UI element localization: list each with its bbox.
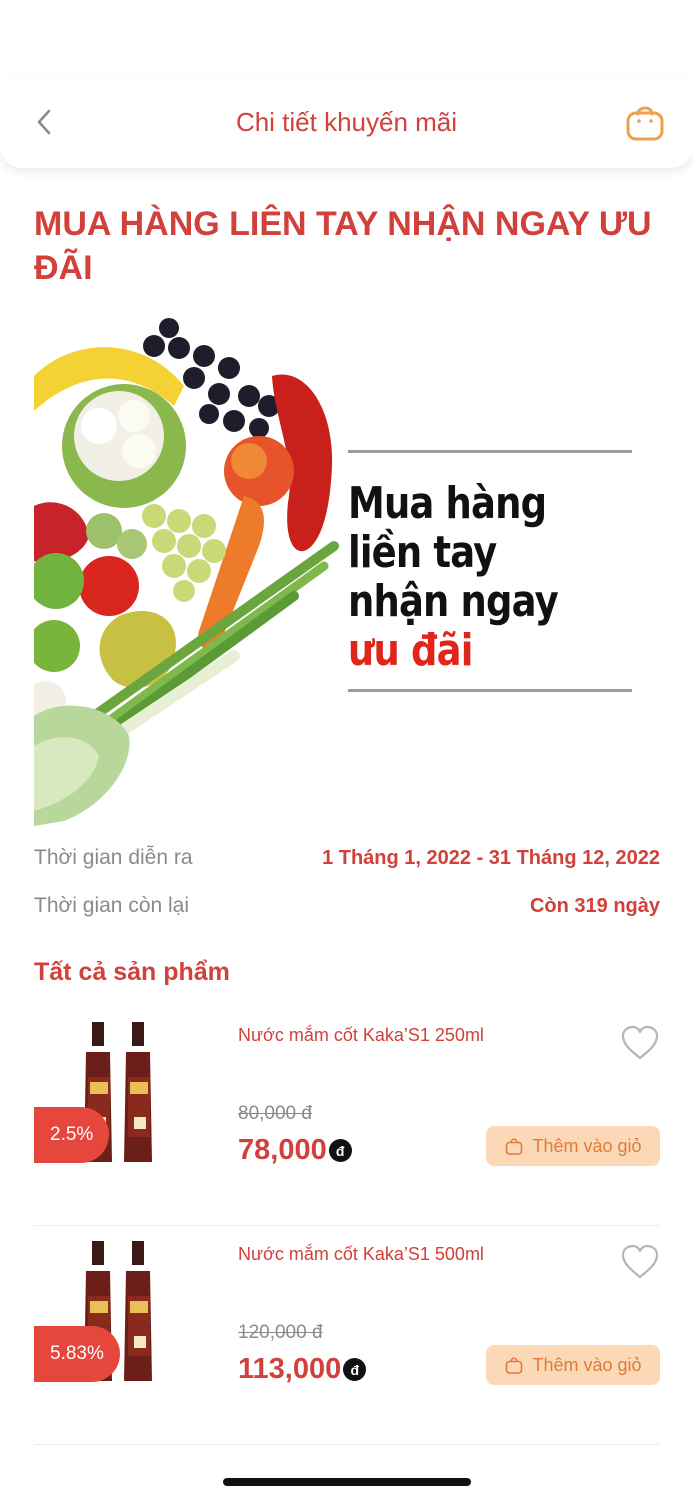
back-button[interactable] bbox=[28, 106, 60, 138]
old-price: 120,000 đ bbox=[238, 1322, 323, 1343]
promo-banner: Mua hàng liền tay nhận ngay ưu đãi bbox=[34, 316, 660, 830]
banner-text-block: Mua hàng liền tay nhận ngay ưu đãi bbox=[348, 450, 632, 692]
heart-icon bbox=[621, 1025, 659, 1060]
add-to-cart-label: Thêm vào giỏ bbox=[532, 1135, 642, 1156]
favorite-button[interactable] bbox=[620, 1024, 660, 1064]
banner-line-3: nhận ngay bbox=[348, 576, 559, 627]
remaining-label: Thời gian còn lại bbox=[34, 894, 190, 917]
remaining-value: Còn 319 ngày bbox=[529, 894, 660, 917]
heart-icon bbox=[621, 1244, 659, 1279]
shopping-bag-icon bbox=[506, 1357, 523, 1374]
shopping-bag-icon bbox=[626, 106, 664, 141]
discount-badge: 2.5% bbox=[34, 1107, 110, 1163]
new-price-value: 78,000 bbox=[238, 1134, 327, 1166]
shopping-bag-icon bbox=[506, 1138, 523, 1155]
favorite-button[interactable] bbox=[620, 1243, 660, 1283]
currency-icon: đ bbox=[343, 1358, 367, 1381]
promo-title: MUA HÀNG LIÊN TAY NHẬN NGAY ƯU ĐÃI bbox=[34, 205, 652, 287]
section-title: Tất cả sản phẩm bbox=[34, 958, 230, 986]
old-price: 80,000 đ bbox=[238, 1103, 312, 1124]
page-title: Chi tiết khuyến mãi bbox=[235, 106, 458, 137]
top-bar: Chi tiết khuyến mãi bbox=[0, 76, 693, 168]
banner-line-2: liền tay bbox=[348, 527, 497, 578]
product-name[interactable]: Nước mắm cốt Kaka’S1 500ml bbox=[238, 1244, 484, 1265]
chevron-left-icon bbox=[37, 109, 51, 135]
duration-label: Thời gian diễn ra bbox=[34, 846, 193, 869]
add-to-cart-button[interactable]: Thêm vào giỏ bbox=[486, 1126, 660, 1166]
vegetables-illustration bbox=[34, 318, 339, 826]
remaining-row: Thời gian còn lại Còn 319 ngày bbox=[34, 894, 660, 918]
discount-badge: 5.83% bbox=[34, 1326, 120, 1382]
product-card[interactable]: 5.83% Nước mắm cốt Kaka’S1 500ml 120,000… bbox=[34, 1227, 660, 1445]
add-to-cart-button[interactable]: Thêm vào giỏ bbox=[486, 1345, 660, 1385]
product-card[interactable]: 2.5% Nước mắm cốt Kaka’S1 250ml 80,000 đ… bbox=[34, 1008, 660, 1226]
duration-value: 1 Tháng 1, 2022 - 31 Tháng 12, 2022 bbox=[322, 846, 660, 869]
banner-headline: Mua hàng liền tay nhận ngay ưu đãi bbox=[348, 453, 587, 689]
banner-line-4: ưu đãi bbox=[348, 625, 473, 676]
home-indicator[interactable] bbox=[223, 1478, 471, 1486]
product-name[interactable]: Nước mắm cốt Kaka’S1 250ml bbox=[238, 1025, 484, 1046]
new-price: 78,000 đ bbox=[238, 1134, 352, 1167]
cart-button[interactable] bbox=[623, 100, 667, 144]
banner-divider-bottom bbox=[348, 689, 632, 692]
duration-row: Thời gian diễn ra 1 Tháng 1, 2022 - 31 T… bbox=[34, 846, 660, 870]
currency-icon: đ bbox=[328, 1139, 352, 1162]
new-price-value: 113,000 bbox=[238, 1353, 342, 1385]
banner-line-1: Mua hàng bbox=[348, 478, 547, 529]
add-to-cart-label: Thêm vào giỏ bbox=[532, 1354, 642, 1375]
new-price: 113,000 đ bbox=[238, 1353, 367, 1386]
